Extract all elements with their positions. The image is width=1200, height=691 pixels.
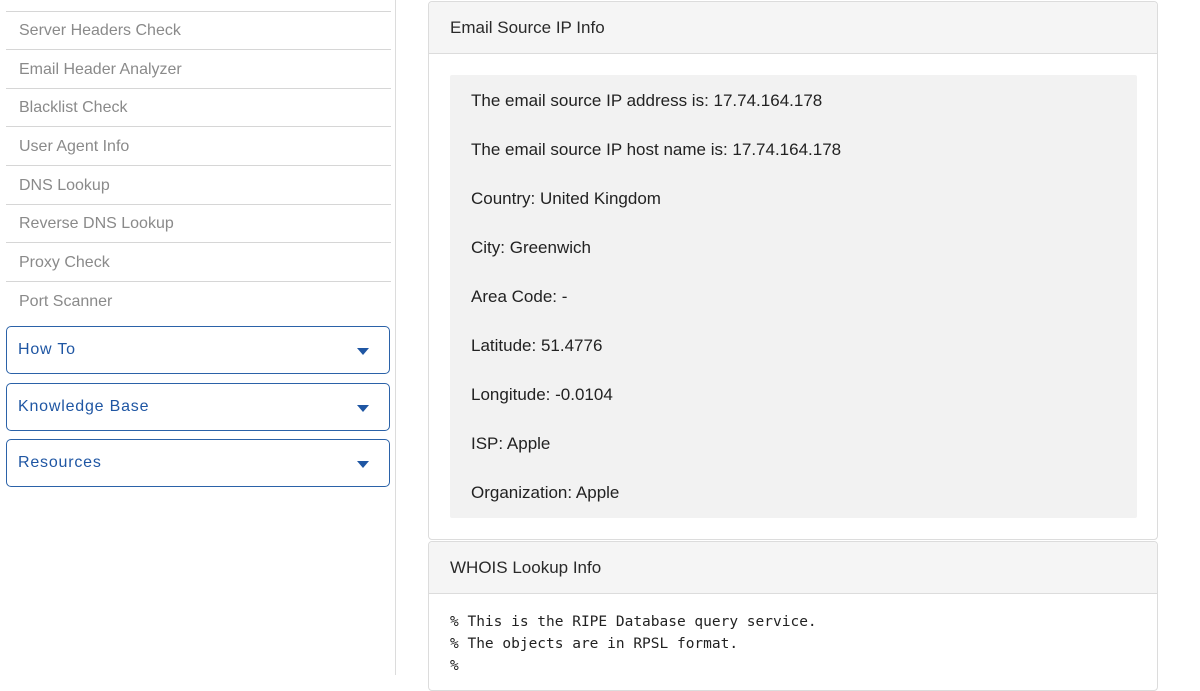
sidebar-item-label: User Agent Info — [19, 138, 130, 155]
whois-output-line: % The objects are in RPSL format. — [450, 636, 739, 652]
longitude-line: Longitude: -0.0104 — [471, 385, 613, 404]
panel-title: WHOIS Lookup Info — [429, 542, 1157, 594]
sidebar-item-label: Reverse DNS Lookup — [19, 215, 174, 232]
sidebar-item-label: Blacklist Check — [19, 99, 128, 116]
chevron-down-icon — [357, 461, 369, 468]
sidebar-item-port-scanner[interactable]: Port Scanner — [6, 283, 391, 321]
host-name-line: The email source IP host name is: 17.74.… — [471, 140, 842, 159]
sidebar-item-dns-lookup[interactable]: DNS Lookup — [6, 167, 391, 205]
sidebar-item-label: Port Scanner — [19, 293, 113, 310]
sidebar-item-label: Email Header Analyzer — [19, 61, 182, 78]
isp-line: ISP: Apple — [471, 434, 551, 453]
whois-lookup-panel: WHOIS Lookup Info % This is the RIPE Dat… — [428, 541, 1158, 691]
dropdown-resources[interactable]: Resources — [6, 439, 390, 487]
panel-title: Email Source IP Info — [429, 2, 1157, 54]
sidebar-item-blacklist-check[interactable]: Blacklist Check — [6, 89, 391, 127]
city-line: City: Greenwich — [471, 238, 591, 257]
whois-output-line: % — [450, 658, 459, 674]
dropdown-label: How To — [18, 341, 76, 358]
dropdown-label: Knowledge Base — [18, 398, 150, 415]
sidebar-item-label: Proxy Check — [19, 254, 110, 271]
whois-output-line: % This is the RIPE Database query servic… — [450, 614, 817, 630]
dropdown-how-to[interactable]: How To — [6, 326, 390, 374]
dropdown-label: Resources — [18, 454, 102, 471]
sidebar-item-proxy-check[interactable]: Proxy Check — [6, 244, 391, 282]
sidebar-item-label: DNS Lookup — [19, 177, 110, 194]
area-code-line: Area Code: - — [471, 287, 568, 306]
email-source-ip-panel: Email Source IP Info The email source IP… — [428, 1, 1158, 540]
sidebar-item-server-headers-check[interactable]: Server Headers Check — [6, 12, 391, 50]
country-line: Country: United Kingdom — [471, 189, 661, 208]
organization-line: Organization: Apple — [471, 483, 620, 502]
sidebar-item-user-agent-info[interactable]: User Agent Info — [6, 128, 391, 166]
ip-address-line: The email source IP address is: 17.74.16… — [471, 91, 823, 110]
sidebar-item-email-header-analyzer[interactable]: Email Header Analyzer — [6, 51, 391, 89]
sidebar-item-reverse-dns-lookup[interactable]: Reverse DNS Lookup — [6, 205, 391, 243]
latitude-line: Latitude: 51.4776 — [471, 336, 603, 355]
dropdown-knowledge-base[interactable]: Knowledge Base — [6, 383, 390, 431]
sidebar-item-label: Server Headers Check — [19, 22, 181, 39]
sidebar: Server Headers Check Email Header Analyz… — [0, 0, 396, 675]
chevron-down-icon — [357, 405, 369, 412]
chevron-down-icon — [357, 348, 369, 355]
ip-info-well: The email source IP address is: 17.74.16… — [450, 75, 1137, 518]
